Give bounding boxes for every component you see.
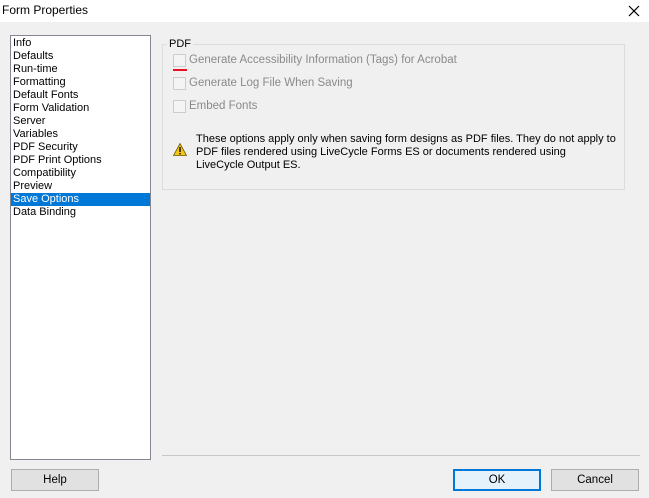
focus-underline (173, 69, 187, 71)
category-variables[interactable]: Variables (11, 128, 150, 141)
window-title: Form Properties (2, 3, 89, 17)
category-save-options[interactable]: Save Options (11, 193, 150, 206)
log-file-checkbox[interactable] (173, 76, 186, 90)
category-pdf-security[interactable]: PDF Security (11, 141, 150, 154)
category-info[interactable]: Info (11, 37, 150, 50)
pdf-save-note: These options apply only when saving for… (196, 133, 616, 171)
category-form-validation[interactable]: Form Validation (11, 102, 150, 115)
embed-fonts-option[interactable]: Embed Fonts (173, 99, 257, 113)
embed-fonts-label: Embed Fonts (189, 100, 258, 112)
close-icon (628, 5, 640, 17)
close-button[interactable] (619, 0, 649, 22)
category-default-fonts[interactable]: Default Fonts (11, 89, 150, 102)
accessibility-tags-label: Generate Accessibility Information (Tags… (189, 54, 457, 66)
accessibility-tags-checkbox[interactable] (173, 53, 186, 67)
category-data-binding[interactable]: Data Binding (11, 206, 150, 219)
category-preview[interactable]: Preview (11, 180, 150, 193)
pdf-group-label: PDF (167, 38, 193, 51)
category-defaults[interactable]: Defaults (11, 50, 150, 63)
footer-separator (162, 455, 640, 456)
category-list[interactable]: Info Defaults Run-time Formatting Defaul… (10, 35, 151, 460)
warning-icon (173, 143, 187, 156)
help-button[interactable]: Help (11, 469, 99, 491)
category-compatibility[interactable]: Compatibility (11, 167, 150, 180)
cancel-button[interactable]: Cancel (551, 469, 639, 491)
ok-button[interactable]: OK (453, 469, 541, 491)
category-run-time[interactable]: Run-time (11, 63, 150, 76)
embed-fonts-checkbox[interactable] (173, 99, 186, 113)
accessibility-tags-option[interactable]: Generate Accessibility Information (Tags… (173, 53, 457, 67)
category-pdf-print-options[interactable]: PDF Print Options (11, 154, 150, 167)
category-server[interactable]: Server (11, 115, 150, 128)
title-bar: Form Properties (0, 0, 649, 22)
log-file-label: Generate Log File When Saving (189, 77, 353, 89)
log-file-option[interactable]: Generate Log File When Saving (173, 76, 353, 90)
category-formatting[interactable]: Formatting (11, 76, 150, 89)
